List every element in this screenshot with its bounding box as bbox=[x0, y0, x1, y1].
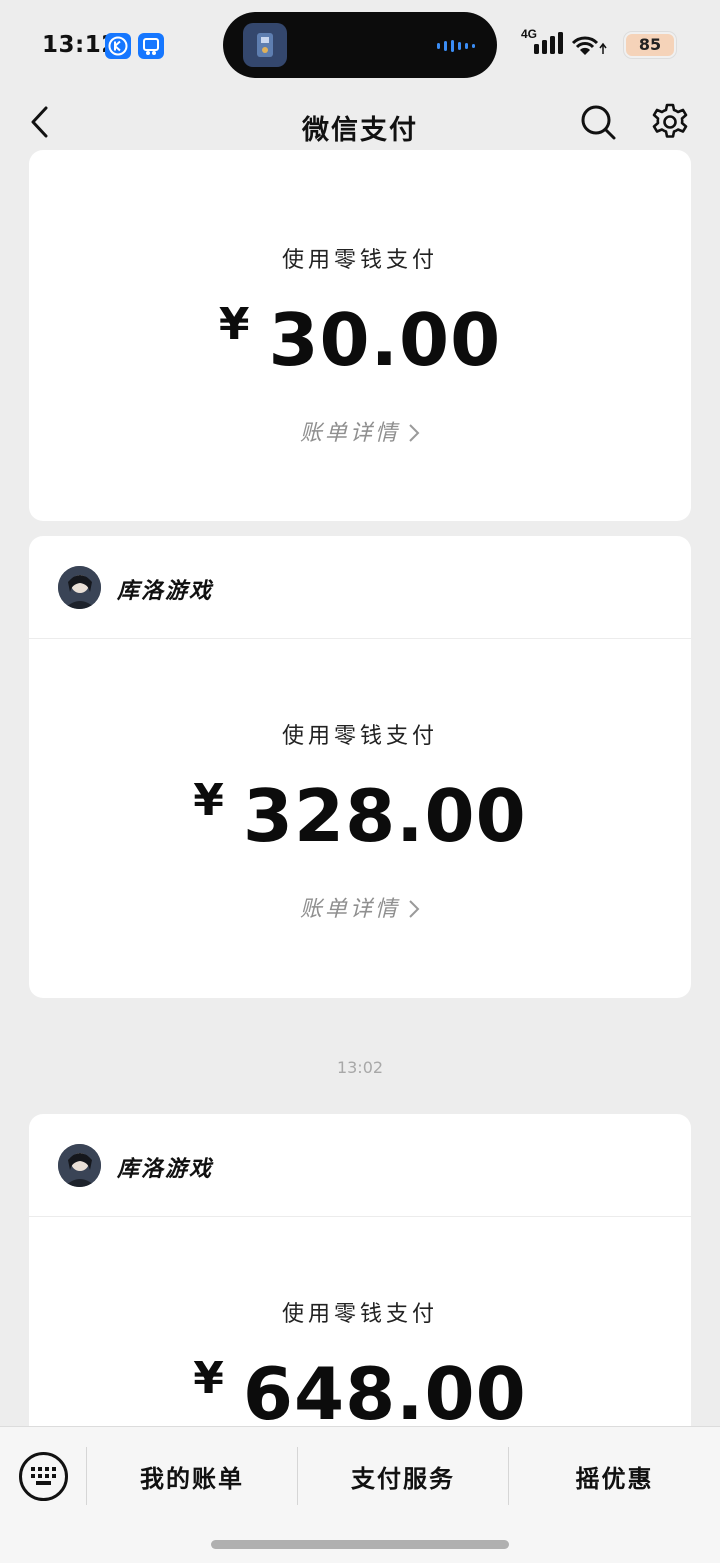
payment-amount: ¥648.00 bbox=[29, 1352, 691, 1436]
signal-icon: 4G bbox=[521, 27, 607, 55]
wechat-pay-screen: 13:12 4G 85 微信支付 使用零钱支付 ¥ 30.00 账单详情 库洛游… bbox=[0, 0, 720, 1563]
keyboard-toggle-button[interactable] bbox=[19, 1452, 68, 1501]
payment-amount: ¥30.00 bbox=[29, 298, 691, 382]
search-icon[interactable] bbox=[578, 102, 618, 142]
bill-detail-label: 账单详情 bbox=[299, 897, 400, 922]
svg-text:4G: 4G bbox=[521, 27, 537, 41]
merchant-avatar bbox=[58, 566, 101, 609]
message-timestamp: 13:02 bbox=[336, 1058, 384, 1077]
kuaishou-app-icon bbox=[105, 33, 131, 59]
pay-method-label: 使用零钱支付 bbox=[281, 1302, 438, 1327]
chevron-right-icon bbox=[409, 424, 420, 442]
pay-method-label: 使用零钱支付 bbox=[281, 724, 438, 749]
menu-my-bills[interactable]: 我的账单 bbox=[87, 1459, 297, 1495]
payment-amount: ¥328.00 bbox=[29, 774, 691, 858]
audio-wave-icon bbox=[437, 40, 475, 52]
chevron-right-icon bbox=[409, 900, 420, 918]
merchant-name: 库洛游戏 bbox=[117, 578, 214, 604]
battery-indicator: 85 bbox=[624, 32, 676, 58]
payment-card: 库洛游戏 使用零钱支付 ¥328.00 账单详情 bbox=[29, 536, 691, 998]
merchant-avatar bbox=[58, 1144, 101, 1187]
payment-card: 库洛游戏 使用零钱支付 ¥648.00 bbox=[29, 1114, 691, 1474]
amount-value: 30.00 bbox=[268, 298, 502, 382]
status-indicators: 4G 85 bbox=[518, 24, 688, 64]
bill-detail-label: 账单详情 bbox=[299, 421, 400, 446]
amount-value: 648.00 bbox=[242, 1352, 527, 1436]
island-app-icon bbox=[243, 23, 287, 67]
dynamic-island bbox=[223, 12, 497, 78]
merchant-name: 库洛游戏 bbox=[117, 1156, 214, 1182]
status-bar: 13:12 4G 85 bbox=[0, 0, 720, 90]
menu-payment-services[interactable]: 支付服务 bbox=[298, 1459, 508, 1495]
bottom-menu-bar: 我的账单 支付服务 摇优惠 bbox=[0, 1426, 720, 1563]
merchant-header[interactable]: 库洛游戏 bbox=[29, 536, 691, 639]
amount-value: 328.00 bbox=[242, 774, 527, 858]
currency-symbol: ¥ bbox=[193, 1353, 225, 1404]
home-indicator[interactable] bbox=[211, 1540, 509, 1549]
currency-symbol: ¥ bbox=[193, 775, 225, 826]
screenshot-app-icon bbox=[138, 33, 164, 59]
merchant-header[interactable]: 库洛游戏 bbox=[29, 1114, 691, 1217]
menu-shake-discounts[interactable]: 摇优惠 bbox=[509, 1459, 720, 1495]
pay-method-label: 使用零钱支付 bbox=[281, 248, 438, 273]
keyboard-icon bbox=[31, 1467, 56, 1485]
bill-detail-link[interactable]: 账单详情 bbox=[29, 415, 691, 447]
gear-icon[interactable] bbox=[650, 102, 690, 142]
bill-detail-link[interactable]: 账单详情 bbox=[29, 891, 691, 923]
currency-symbol: ¥ bbox=[218, 299, 251, 350]
payment-card: 使用零钱支付 ¥30.00 账单详情 bbox=[29, 150, 691, 521]
